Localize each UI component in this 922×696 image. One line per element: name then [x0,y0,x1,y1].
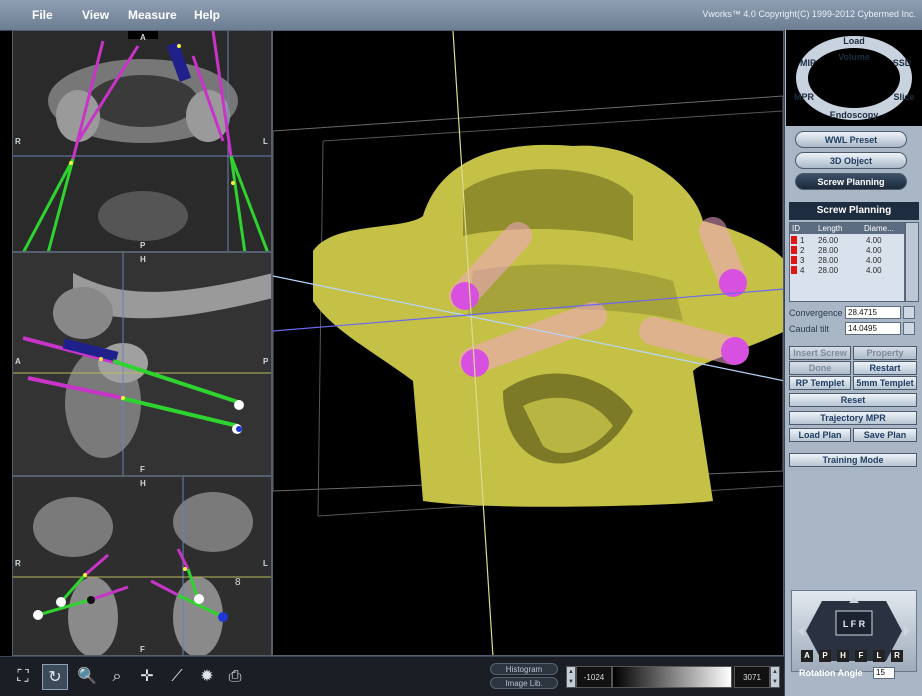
convergence-spin-button[interactable] [903,306,915,319]
coronal-label-top: H [140,479,146,488]
rotate-icon[interactable]: ↻ [42,664,68,690]
screw-color-swatch [791,236,797,244]
rp-templet-button[interactable]: RP Templet [789,376,851,390]
mode-load[interactable]: Load [843,36,865,46]
capture-icon[interactable]: ⎙ [222,664,248,690]
trajectory-mpr-button[interactable]: Trajectory MPR [789,411,917,425]
5mm-templet-button[interactable]: 5mm Templet [853,376,917,390]
table-row[interactable]: 1 26.00 4.00 [790,235,904,245]
col-diameter[interactable]: Diame... [864,224,894,233]
menu-measure[interactable]: Measure [128,8,177,22]
coronal-label-right: L [263,559,268,568]
axial-label-right: L [263,137,268,146]
axial-label-top: A [140,33,146,42]
view-anterior-button[interactable]: A [801,650,813,662]
axial-image [13,31,271,251]
view-posterior-button[interactable]: P [819,650,831,662]
wl-min-spinner[interactable]: ▲ ▼ [566,666,576,688]
view-right-button[interactable]: R [891,650,903,662]
coronal-image: 8 [13,477,271,655]
wl-max-field[interactable]: 3071 [734,666,770,688]
screw-color-swatch [791,266,797,274]
sagittal-label-bottom: F [140,465,145,474]
view-foot-button[interactable]: F [855,650,867,662]
image-lib-button[interactable]: Image Lib. [490,677,558,689]
caudal-tilt-spin-button[interactable] [903,322,915,335]
magnifier-icon[interactable]: ⌕ [104,664,130,690]
wl-min-field[interactable]: -1024 [576,666,612,688]
insert-screw-button[interactable]: Insert Screw [789,346,851,360]
coronal-label-bottom: F [140,645,145,654]
convergence-label: Convergence [789,308,843,318]
screw-planning-button[interactable]: Screw Planning [795,173,907,190]
reset-button[interactable]: Reset [789,393,917,407]
rotation-angle-field[interactable]: 15 [873,667,895,679]
property-button[interactable]: Property [853,346,917,360]
mode-wheel: Load Volume MIP SSD MPR Slice Endoscopy [786,30,922,126]
axial-label-left: R [15,137,21,146]
measure-icon[interactable]: ⟋ [164,664,190,690]
sagittal-label-left: A [15,357,21,366]
table-row[interactable]: 3 28.00 4.00 [790,255,904,265]
sagittal-label-top: H [140,255,146,264]
mode-mpr[interactable]: MPR [794,92,815,102]
save-plan-button[interactable]: Save Plan [853,428,917,442]
table-header: ID Length Diame... [790,223,904,234]
mode-ssd[interactable]: SSD [893,58,912,68]
screw-color-swatch [791,256,797,264]
fit-icon[interactable]: ⛶ [10,664,36,690]
coronal-label-left: R [15,559,21,568]
restart-button[interactable]: Restart [853,361,917,375]
menu-bar: File View Measure Help Vworks™ 4.0 Copyr… [0,0,922,31]
axial-label-bottom: P [140,241,146,250]
volume-3d-viewport[interactable] [272,30,784,656]
screw-planning-title: Screw Planning [789,202,919,220]
app-window: File View Measure Help Vworks™ 4.0 Copyr… [0,0,922,696]
col-length[interactable]: Length [818,224,842,233]
convergence-field[interactable]: 28.4715 [845,306,901,319]
training-mode-button[interactable]: Training Mode [789,453,917,467]
mode-slice[interactable]: Slice [893,92,914,102]
3d-object-button[interactable]: 3D Object [795,152,907,169]
menu-file[interactable]: File [32,8,53,22]
histogram-button[interactable]: Histogram [490,663,558,675]
done-button[interactable]: Done [789,361,851,375]
caudal-tilt-field[interactable]: 14.0495 [845,322,901,335]
sagittal-viewport[interactable]: H F A P [12,252,272,476]
screw-color-swatch [791,246,797,254]
axial-viewport[interactable]: A P R L [12,30,272,252]
mode-volume[interactable]: Volume [838,52,870,62]
brightness-icon[interactable]: ✹ [194,664,220,690]
view-left-button[interactable]: L [873,650,885,662]
menu-help[interactable]: Help [194,8,220,22]
rotation-angle-label: Rotation Angle [799,668,863,678]
mode-mip[interactable]: MIP [800,58,816,68]
window-level-gradient[interactable] [612,666,732,688]
copyright-text: Vworks™ 4.0 Copyright(C) 1999-2012 Cyber… [702,9,916,19]
zoom-icon[interactable]: 🔍 [74,664,100,690]
sagittal-image [13,253,271,475]
wl-max-spinner[interactable]: ▲ ▼ [770,666,780,688]
control-panel: Load Volume MIP SSD MPR Slice Endoscopy … [784,30,922,696]
coronal-viewport[interactable]: 8 H F R L [12,476,272,656]
pan-icon[interactable]: ✛ [134,664,160,690]
load-plan-button[interactable]: Load Plan [789,428,851,442]
table-scrollbar[interactable] [905,222,919,302]
sagittal-label-right: P [263,357,269,366]
view-head-button[interactable]: H [837,650,849,662]
col-id[interactable]: ID [792,224,800,233]
volume-rendering [273,31,783,655]
navigator-face-label: L F R [843,619,866,629]
svg-text:8: 8 [235,577,241,588]
screw-table: ID Length Diame... 1 26.00 4.00 2 28.00 … [789,222,905,302]
caudal-tilt-label: Caudal tilt [789,324,830,334]
mode-endoscopy[interactable]: Endoscopy [830,110,879,120]
wwl-preset-button[interactable]: WWL Preset [795,131,907,148]
table-row[interactable]: 2 28.00 4.00 [790,245,904,255]
table-row[interactable]: 4 28.00 4.00 [790,265,904,275]
mode-wheel-graphic: Load Volume MIP SSD MPR Slice Endoscopy [786,30,922,126]
bottom-toolbar: ⛶ ↻ 🔍 ⌕ ✛ ⟋ ✹ ⎙ Histogram Image Lib. ▲ ▼ … [0,656,784,696]
menu-view[interactable]: View [82,8,109,22]
